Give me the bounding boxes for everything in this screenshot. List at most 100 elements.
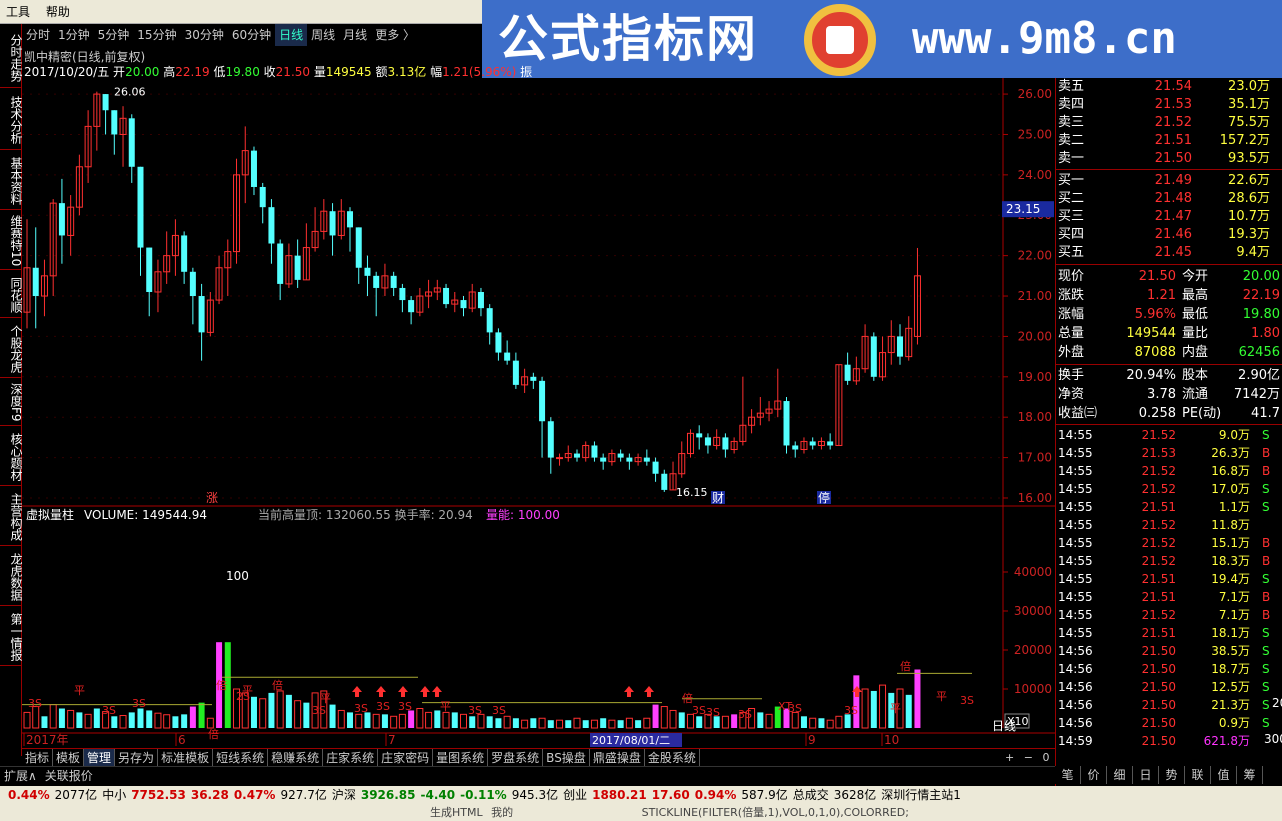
quote-label: 涨幅 xyxy=(1058,307,1085,322)
date-label: 7 xyxy=(388,733,396,747)
indicator-tab-9[interactable]: 量图系统 xyxy=(433,749,489,767)
indicator-tab-4[interactable]: 标准模板 xyxy=(158,749,214,767)
indicator-tab-0[interactable]: 指标 xyxy=(22,749,54,767)
ob-price: 21.49 xyxy=(1154,173,1192,188)
status-item: 36.28 xyxy=(190,788,229,802)
timeframe-0[interactable]: 分时 xyxy=(22,24,54,46)
tick-time: 14:55 xyxy=(1058,626,1093,640)
indicator-tab-11[interactable]: BS操盘 xyxy=(543,749,590,767)
timeframe-9[interactable]: 更多 〉 xyxy=(371,24,419,46)
status-item: -0.11% xyxy=(460,788,507,802)
indicator-tab-6[interactable]: 稳赚系统 xyxy=(268,749,324,767)
tick-time: 14:55 xyxy=(1058,428,1093,442)
vol-signal-label: 平 xyxy=(74,684,85,697)
timeframe-7[interactable]: 周线 xyxy=(307,24,339,46)
volume-bar xyxy=(198,702,205,728)
tick-volume: 38.5万 xyxy=(1211,644,1250,658)
right-tab-5[interactable]: 联 xyxy=(1185,766,1211,784)
zoom-reset-button[interactable]: 0 xyxy=(1039,749,1052,767)
vol-axis-label: 10000 xyxy=(1014,682,1052,696)
right-tab-0[interactable]: 笔 xyxy=(1055,766,1081,784)
quote-value-2: 7142万 xyxy=(1233,387,1280,402)
status-gen-html[interactable]: 生成HTML xyxy=(430,804,483,821)
price-label: 22.00 xyxy=(1018,249,1052,263)
timeframe-3[interactable]: 15分钟 xyxy=(133,24,180,46)
timeframe-4[interactable]: 30分钟 xyxy=(181,24,228,46)
tick-side: B xyxy=(1262,464,1271,478)
left-tab-7[interactable]: 核心题材 xyxy=(0,428,23,486)
logo-mark xyxy=(826,26,854,54)
candle-body xyxy=(897,336,903,357)
indicator-tab-12[interactable]: 鼎盛操盘 xyxy=(590,749,645,767)
left-tab-10[interactable]: 第一情报 xyxy=(0,608,23,666)
status-item: 2077亿 xyxy=(54,788,98,802)
candle-body xyxy=(373,275,380,288)
volume-bar xyxy=(635,720,642,728)
left-tab-1[interactable]: 技术分析 xyxy=(0,90,23,150)
ext-tab-1[interactable]: 关联报价 xyxy=(41,767,97,785)
indicator-tab-2[interactable]: 管理 xyxy=(84,749,116,767)
indicator-tab-5[interactable]: 短线系统 xyxy=(213,749,269,767)
left-tab-0[interactable]: 分时走势 xyxy=(0,28,23,88)
date-label: 9 xyxy=(808,733,816,747)
right-tab-2[interactable]: 细 xyxy=(1107,766,1133,784)
indicator-tab-7[interactable]: 庄家系统 xyxy=(323,749,379,767)
volume-bar xyxy=(486,716,493,728)
ob-volume: 22.6万 xyxy=(1228,173,1270,188)
left-tab-2[interactable]: 基本资料 xyxy=(0,152,23,210)
ob-volume: 35.1万 xyxy=(1228,97,1270,112)
timeframe-8[interactable]: 月线 xyxy=(339,24,371,46)
status-mine[interactable]: 我的 xyxy=(491,804,513,821)
price-label: 20.00 xyxy=(1018,329,1052,343)
menu-help[interactable]: 帮助 xyxy=(40,0,76,24)
candle-body xyxy=(329,211,336,236)
indicator-tab-1[interactable]: 模板 xyxy=(53,749,85,767)
right-tab-6[interactable]: 值 xyxy=(1211,766,1237,784)
candle-body xyxy=(556,457,564,460)
tick-time: 14:55 xyxy=(1058,446,1093,460)
period-indicator: 日线 xyxy=(992,717,1054,735)
zoom-in-button[interactable]: + xyxy=(1002,749,1017,767)
candle-body xyxy=(844,364,851,381)
volume-bar xyxy=(547,720,554,728)
indicator-tab-13[interactable]: 金股系统 xyxy=(645,749,700,767)
indicator-tab-8[interactable]: 庄家密码 xyxy=(378,749,434,767)
indicator-tab-3[interactable]: 另存为 xyxy=(115,749,159,767)
right-tab-1[interactable]: 价 xyxy=(1081,766,1107,784)
left-tab-4[interactable]: 同花顺 xyxy=(0,272,23,318)
left-tab-8[interactable]: 主营构成 xyxy=(0,488,23,546)
zoom-out-button[interactable]: − xyxy=(1021,749,1036,767)
ad-banner[interactable]: 公式指标网 www.9m8.cn xyxy=(482,0,1282,80)
vol-signal-label: 平 xyxy=(936,690,947,703)
left-tab-5[interactable]: 个股龙虎 xyxy=(0,320,23,378)
right-tab-3[interactable]: 日 xyxy=(1133,766,1159,784)
timeframe-5[interactable]: 60分钟 xyxy=(228,24,275,46)
tick-side: B xyxy=(1262,590,1271,604)
timeframe-1[interactable]: 1分钟 xyxy=(54,24,94,46)
tick-volume: 16.8万 xyxy=(1211,464,1250,478)
quote-value: 1.21 xyxy=(1147,288,1176,303)
ob-volume: 9.4万 xyxy=(1236,245,1270,260)
tick-time: 14:55 xyxy=(1058,536,1093,550)
menu-tools[interactable]: 工具 xyxy=(0,0,36,24)
tick-row: 14:55 21.52 16.8万 B xyxy=(1056,462,1282,480)
timeframe-2[interactable]: 5分钟 xyxy=(94,24,134,46)
vol-lianneng: 量能: 100.00 xyxy=(486,508,560,522)
tick-price: 21.50 xyxy=(1141,734,1176,748)
left-tab-6[interactable]: 深度F9 xyxy=(0,380,23,426)
right-tab-4[interactable]: 势 xyxy=(1159,766,1185,784)
left-tab-3[interactable]: 维赛特10 xyxy=(0,212,23,270)
ext-tab-0[interactable]: 扩展∧ xyxy=(0,767,41,785)
left-tab-9[interactable]: 龙虎数据 xyxy=(0,548,23,606)
tick-side: S xyxy=(1262,500,1270,514)
tick-row: 14:55 21.52 18.3万 B xyxy=(1056,552,1282,570)
tick-price: 21.52 xyxy=(1141,428,1176,442)
indicator-tab-10[interactable]: 罗盘系统 xyxy=(488,749,544,767)
kline-chart[interactable]: 26.0025.0024.0023.0022.0021.0020.0019.00… xyxy=(22,78,1055,748)
right-tab-7[interactable]: 筹 xyxy=(1237,766,1263,784)
timeframe-6[interactable]: 日线 xyxy=(275,24,308,46)
cursor-date: 2017/08/01/二 xyxy=(592,734,670,747)
volume-bar xyxy=(652,704,659,728)
ob-volume: 23.0万 xyxy=(1228,79,1270,94)
tick-side: S xyxy=(1262,698,1270,712)
